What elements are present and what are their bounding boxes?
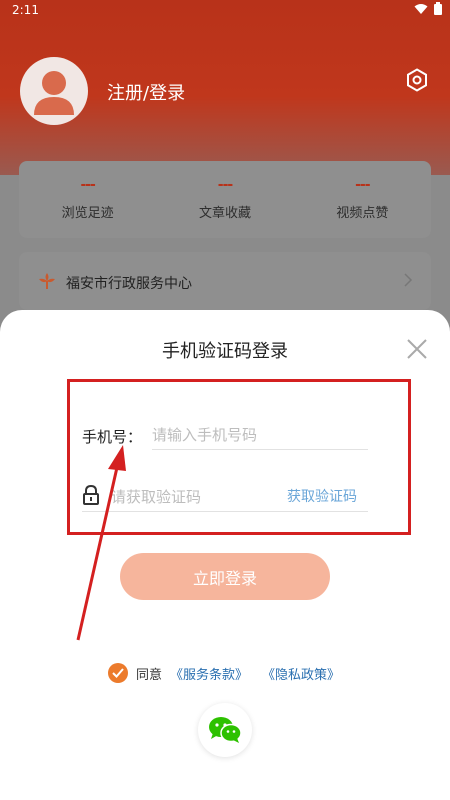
service-center-row[interactable]: 福安市行政服务中心 — [19, 252, 431, 310]
check-icon[interactable] — [108, 663, 128, 683]
stat-favorites[interactable]: --- 文章收藏 — [156, 161, 293, 238]
sheet-title: 手机验证码登录 — [162, 341, 288, 362]
stat-likes[interactable]: --- 视频点赞 — [294, 161, 431, 238]
agree-text: 同意 — [136, 667, 163, 683]
status-time: 2:11 — [12, 3, 39, 17]
status-bar: 2:11 — [0, 0, 450, 22]
battery-icon — [434, 2, 442, 15]
stat-value: --- — [80, 177, 95, 193]
service-center-label: 福安市行政服务中心 — [66, 276, 192, 292]
stat-value: --- — [217, 177, 233, 193]
privacy-link[interactable]: 《隐私政策》 — [262, 664, 340, 683]
terms-link[interactable]: 《服务条款》 — [170, 664, 248, 683]
wechat-login-button[interactable] — [198, 703, 252, 757]
login-sheet: 手机验证码登录 手机号： 获取验证码 立即登录 同意 《服务条款》 《隐私政策》 — [0, 310, 450, 800]
agreement-row: 同意 《服务条款》 《隐私政策》 — [108, 663, 340, 683]
login-button[interactable]: 立即登录 — [120, 553, 330, 600]
avatar[interactable] — [20, 57, 88, 125]
stat-label: 文章收藏 — [198, 206, 251, 221]
register-login-link[interactable]: 注册/登录 — [107, 79, 185, 105]
status-icons — [414, 2, 442, 15]
stat-history[interactable]: --- 浏览足迹 — [19, 161, 156, 238]
settings-icon[interactable] — [406, 68, 428, 92]
chevron-right-icon — [404, 273, 413, 287]
stat-label: 浏览足迹 — [61, 206, 114, 221]
stats-card: --- 浏览足迹 --- 文章收藏 --- 视频点赞 — [19, 161, 431, 238]
close-icon[interactable] — [406, 338, 428, 360]
stat-label: 视频点赞 — [336, 206, 389, 221]
phone-label: 手机号： — [82, 428, 143, 446]
get-code-button[interactable]: 获取验证码 — [287, 486, 357, 506]
flower-icon — [39, 273, 55, 289]
wechat-icon — [209, 717, 242, 743]
stat-value: --- — [355, 177, 370, 193]
annotation-arrow — [76, 445, 126, 641]
phone-input[interactable] — [152, 421, 368, 450]
wifi-icon — [414, 3, 428, 14]
avatar-icon — [34, 71, 74, 115]
